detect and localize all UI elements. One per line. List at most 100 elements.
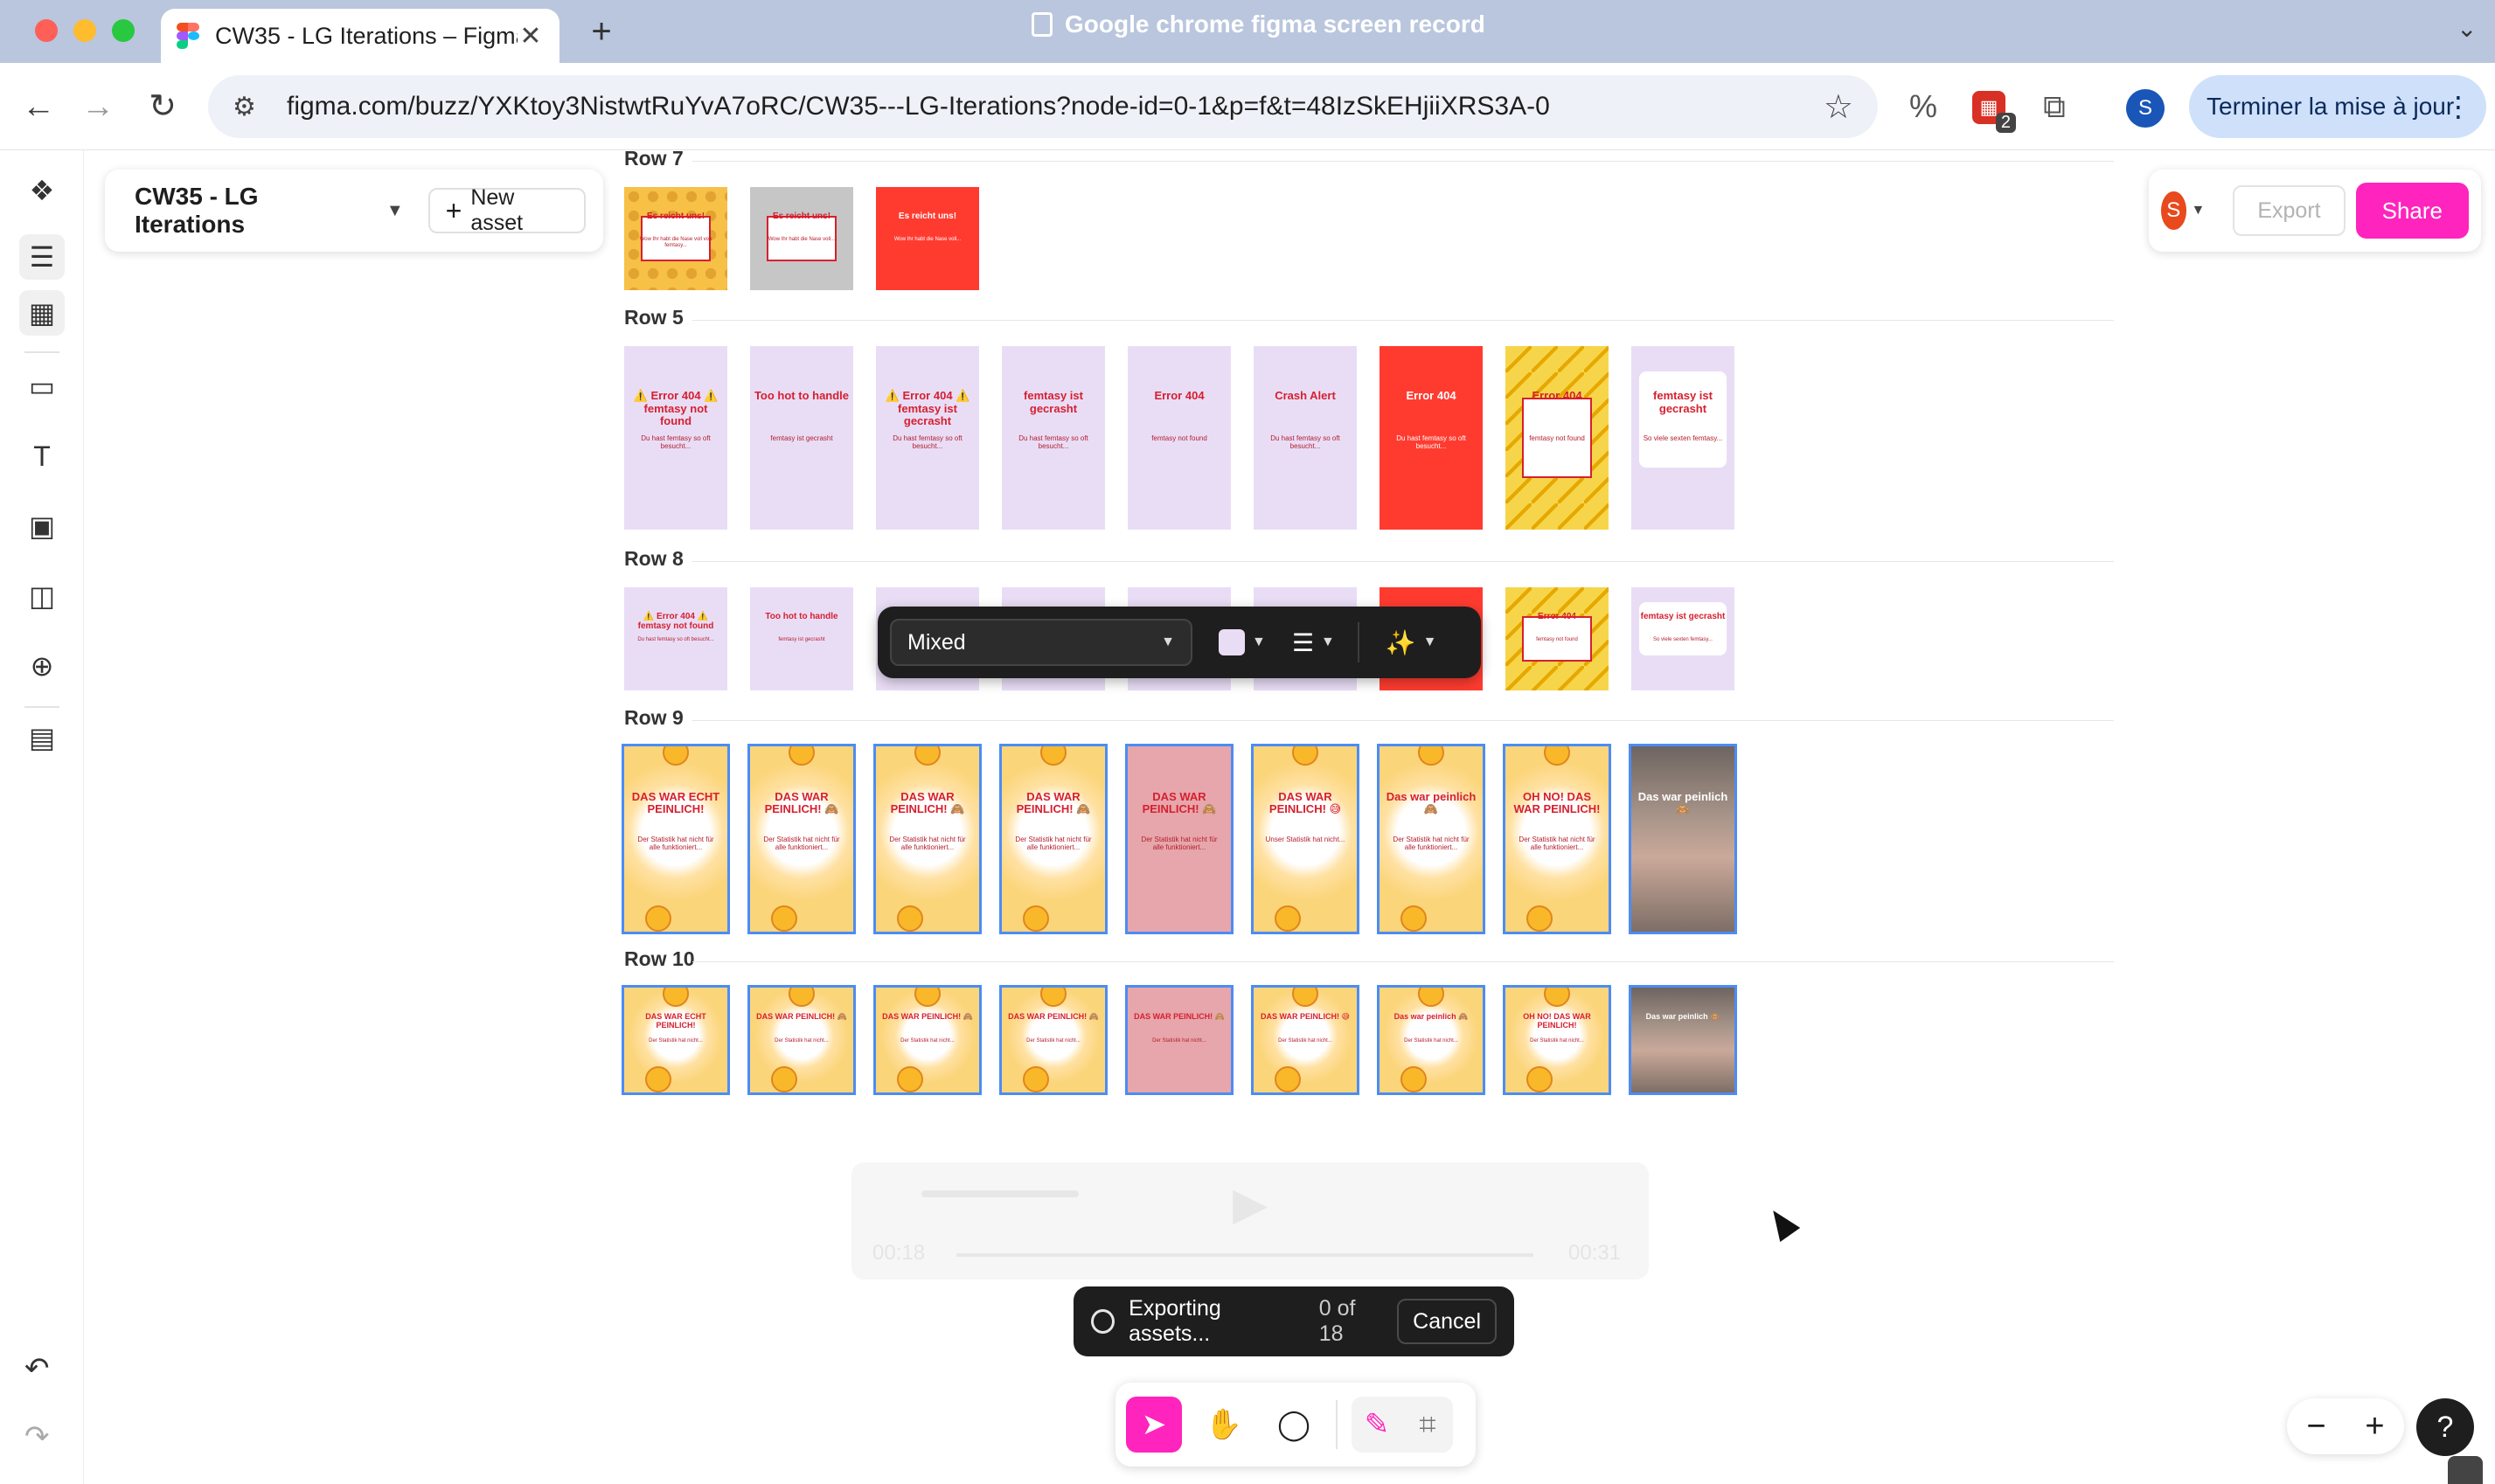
- asset-frame[interactable]: Es reicht uns! Wow Ihr habt die Nase voll…: [750, 187, 853, 290]
- cancel-export-button[interactable]: Cancel: [1397, 1299, 1497, 1344]
- tab-search-icon[interactable]: ⌄: [2457, 14, 2477, 43]
- comment-tool-icon[interactable]: ◯: [1266, 1397, 1322, 1453]
- more-menu-icon[interactable]: ⋮: [2444, 90, 2472, 123]
- figma-left-rail: ❖ ☰ ▦ ▭ T ▣ ◫ ⊕ ▤: [0, 150, 84, 1484]
- frame-body-text: Du hast femtasy so oft besucht...: [1396, 433, 1466, 450]
- close-window-button[interactable]: [35, 19, 58, 42]
- asset-frame[interactable]: DAS WAR ECHT PEINLICH! Der Statistik hat …: [622, 744, 730, 934]
- row-label[interactable]: Row 8: [624, 547, 684, 571]
- extension-red-icon[interactable]: ▦ 2: [1972, 91, 2016, 133]
- asset-frame[interactable]: ⚠️ Error 404 ⚠️ femtasy ist gecrasht Du h…: [876, 346, 979, 530]
- shapes-icon[interactable]: ◫: [19, 573, 65, 619]
- asset-frame[interactable]: Es reicht uns! Wow Ihr habt die Nase voll…: [876, 187, 979, 290]
- zoom-window-button[interactable]: [112, 19, 135, 42]
- chevron-down-icon: ▼: [1422, 635, 1437, 649]
- row-label[interactable]: Row 10: [624, 947, 695, 971]
- extension-percent-icon[interactable]: %: [1902, 86, 1944, 128]
- asset-frame[interactable]: Error 404 Du hast femtasy so oft besucht.…: [1380, 346, 1483, 530]
- volume-slider[interactable]: [921, 1190, 1079, 1197]
- asset-frame[interactable]: Error 404 femtasy not found: [1505, 587, 1609, 690]
- frame-layout-icon[interactable]: ▭: [19, 364, 65, 409]
- font-select[interactable]: Mixed ▼: [890, 619, 1192, 666]
- table-icon[interactable]: ▤: [19, 715, 65, 760]
- asset-frame[interactable]: OH NO! DAS WAR PEINLICH! Der Statistik ha…: [1503, 744, 1611, 934]
- row-label[interactable]: Row 5: [624, 306, 684, 329]
- export-button[interactable]: Export: [2233, 185, 2346, 236]
- asset-frame[interactable]: DAS WAR PEINLICH! 😅 Unser Statistik hat n…: [1251, 744, 1359, 934]
- asset-frame[interactable]: femtasy ist gecrasht Du hast femtasy so o…: [1002, 346, 1105, 530]
- new-tab-button[interactable]: +: [584, 12, 619, 52]
- help-button[interactable]: ?: [2416, 1398, 2474, 1456]
- dev-mode-icon[interactable]: ⌗: [1402, 1397, 1453, 1453]
- row-label[interactable]: Row 7: [624, 147, 684, 170]
- extensions-puzzle-icon[interactable]: ⧉: [2033, 86, 2075, 128]
- browser-tab-figma[interactable]: CW35 - LG Iterations – Figma ✕: [161, 9, 559, 63]
- row-label[interactable]: Row 9: [624, 706, 684, 730]
- move-tool-icon[interactable]: ➤: [1126, 1397, 1182, 1453]
- asset-frame[interactable]: DAS WAR PEINLICH! 😅 Der Statistik hat nic…: [1251, 985, 1359, 1095]
- file-name[interactable]: CW35 - LG Iterations: [135, 183, 367, 239]
- asset-frame[interactable]: DAS WAR PEINLICH! 🙈 Der Statistik hat nic…: [1125, 744, 1234, 934]
- forward-arrow-icon[interactable]: →: [79, 87, 117, 126]
- image-icon[interactable]: ▣: [19, 503, 65, 549]
- asset-frame[interactable]: Error 404 femtasy not found: [1505, 346, 1609, 530]
- keyboard-icon[interactable]: [2448, 1456, 2483, 1484]
- url-text[interactable]: figma.com/buzz/YXKtoy3NistwtRuYvA7oRC/CW…: [287, 92, 1824, 121]
- play-icon[interactable]: ▶: [1233, 1178, 1268, 1231]
- chevron-down-icon[interactable]: ▼: [2192, 203, 2206, 218]
- chevron-down-icon[interactable]: ▼: [386, 201, 404, 221]
- close-tab-icon[interactable]: ✕: [518, 21, 544, 52]
- asset-frame[interactable]: DAS WAR PEINLICH! 🙈 Der Statistik hat nic…: [747, 985, 856, 1095]
- asset-frame[interactable]: Das war peinlich 🙈 Der Statistik hat nich…: [1377, 744, 1485, 934]
- asset-frame[interactable]: Das war peinlich 🙈: [1629, 985, 1737, 1095]
- asset-frame[interactable]: Too hot to handle femtasy ist gecrasht: [750, 587, 853, 690]
- redo-icon[interactable]: ↷: [24, 1419, 50, 1454]
- asset-frame[interactable]: Das war peinlich 🙈 Der Statistik hat nich…: [1377, 985, 1485, 1095]
- asset-frame[interactable]: DAS WAR PEINLICH! 🙈 Der Statistik hat nic…: [999, 985, 1108, 1095]
- video-progress-bar[interactable]: [956, 1253, 1533, 1257]
- asset-frame[interactable]: DAS WAR PEINLICH! 🙈 Der Statistik hat nic…: [873, 985, 982, 1095]
- asset-frame[interactable]: DAS WAR PEINLICH! 🙈 Der Statistik hat nic…: [873, 744, 982, 934]
- figma-icon: [177, 23, 199, 49]
- asset-frame[interactable]: OH NO! DAS WAR PEINLICH! Der Statistik ha…: [1503, 985, 1611, 1095]
- asset-frame[interactable]: ⚠️ Error 404 ⚠️ femtasy not found Du hast…: [624, 346, 727, 530]
- reload-icon[interactable]: ↻: [143, 87, 182, 126]
- add-plugin-icon[interactable]: ⊕: [19, 643, 65, 689]
- hand-tool-icon[interactable]: ✋: [1196, 1397, 1252, 1453]
- asset-frame[interactable]: DAS WAR ECHT PEINLICH! Der Statistik hat …: [622, 985, 730, 1095]
- asset-frame[interactable]: ⚠️ Error 404 ⚠️ femtasy not found Du hast…: [624, 587, 727, 690]
- asset-frame[interactable]: Crash Alert Du hast femtasy so oft besuch…: [1254, 346, 1357, 530]
- figma-menu-icon[interactable]: ❖: [19, 168, 65, 213]
- update-chrome-button[interactable]: Terminer la mise à jour ⋮: [2189, 75, 2486, 138]
- bookmark-star-icon[interactable]: ☆: [1824, 87, 1853, 127]
- new-asset-button[interactable]: + New asset: [427, 185, 586, 235]
- asset-frame[interactable]: Es reicht uns! Wow Ihr habt die Nase voll…: [624, 187, 727, 290]
- assets-grid-icon[interactable]: ▦: [19, 290, 65, 336]
- site-settings-icon[interactable]: ⚙: [233, 92, 268, 122]
- asset-frame[interactable]: Das war peinlich 🙈: [1629, 744, 1737, 934]
- fill-color-button[interactable]: ▼: [1219, 629, 1266, 655]
- undo-icon[interactable]: ↶: [24, 1351, 50, 1386]
- asset-frame[interactable]: Too hot to handle femtasy ist gecrasht: [750, 346, 853, 530]
- asset-frame[interactable]: DAS WAR PEINLICH! 🙈 Der Statistik hat nic…: [999, 744, 1108, 934]
- text-align-button[interactable]: ☰ ▼: [1292, 628, 1335, 657]
- asset-frame[interactable]: Error 404 femtasy not found: [1128, 346, 1231, 530]
- back-arrow-icon[interactable]: ←: [19, 87, 58, 126]
- asset-frame[interactable]: DAS WAR PEINLICH! 🙈 Der Statistik hat nic…: [1125, 985, 1234, 1095]
- asset-frame[interactable]: DAS WAR PEINLICH! 🙈 Der Statistik hat nic…: [747, 744, 856, 934]
- share-button[interactable]: Share: [2355, 183, 2469, 239]
- frame-body-text: Du hast femtasy so oft besucht...: [1018, 433, 1088, 450]
- frame-body-text: Der Statistik hat nicht...: [649, 1037, 703, 1044]
- ai-actions-button[interactable]: ✨ ▼: [1386, 628, 1437, 657]
- zoom-out-button[interactable]: −: [2306, 1408, 2325, 1446]
- asset-frame[interactable]: femtasy ist gecrasht So viele sexten femt…: [1631, 346, 1734, 530]
- zoom-in-button[interactable]: +: [2365, 1408, 2384, 1446]
- profile-avatar[interactable]: S: [2126, 89, 2165, 128]
- text-tool-icon[interactable]: T: [19, 433, 65, 479]
- draw-mode-icon[interactable]: ✎: [1352, 1397, 1402, 1453]
- layers-icon[interactable]: ☰: [19, 234, 65, 280]
- address-bar[interactable]: ⚙ figma.com/buzz/YXKtoy3NistwtRuYvA7oRC/…: [208, 75, 1878, 138]
- asset-frame[interactable]: femtasy ist gecrasht So viele sexten femt…: [1631, 587, 1734, 690]
- user-avatar[interactable]: S: [2161, 191, 2186, 230]
- minimize-window-button[interactable]: [73, 19, 96, 42]
